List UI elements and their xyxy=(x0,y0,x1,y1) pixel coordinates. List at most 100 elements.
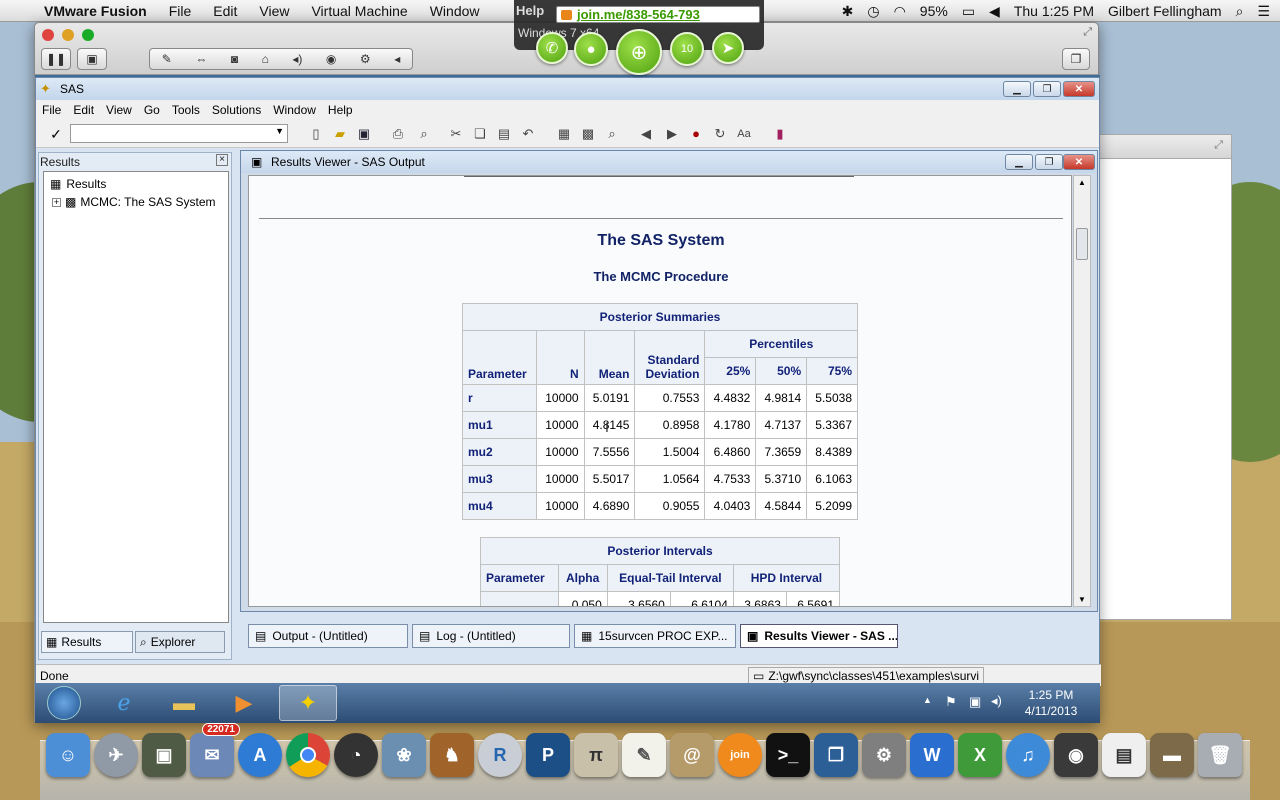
sas-menu-tools[interactable]: Tools xyxy=(166,103,206,117)
dock-trash[interactable]: 🗑 xyxy=(1198,733,1242,777)
show-hidden-icons[interactable]: ▲ xyxy=(923,695,932,705)
font-icon[interactable]: Aa xyxy=(736,126,752,142)
tab-explorer[interactable]: ⌕ Explorer xyxy=(135,631,225,653)
dock-document[interactable]: ▤ xyxy=(1102,733,1146,777)
disk-icon[interactable]: ◙ xyxy=(231,52,238,66)
battery-icon[interactable]: ▭ xyxy=(962,3,975,20)
tree-root-node[interactable]: ▦ Results xyxy=(50,177,106,191)
submit-check-icon[interactable]: ✓ xyxy=(48,126,64,142)
battery-percent[interactable]: 95% xyxy=(920,3,948,19)
dock-vmware-library[interactable]: ▣ xyxy=(142,733,186,777)
sound-icon[interactable]: ◂) xyxy=(292,52,302,66)
find-icon[interactable]: ⌕ xyxy=(604,126,620,142)
scroll-down-icon[interactable]: ▼ xyxy=(1078,595,1086,604)
open-icon[interactable]: ▰ xyxy=(332,126,348,142)
tab-output[interactable]: ▤ Output - (Untitled) xyxy=(248,624,408,648)
tab-log[interactable]: ▤ Log - (Untitled) xyxy=(412,624,570,648)
printer-icon[interactable]: ⌂ xyxy=(262,52,269,66)
dock-address-book[interactable]: @ xyxy=(670,733,714,777)
start-button[interactable] xyxy=(35,685,93,721)
dock-gimp[interactable]: ♞ xyxy=(430,733,474,777)
volume-tray-icon[interactable]: ◂) xyxy=(991,693,1002,709)
scroll-up-icon[interactable]: ▲ xyxy=(1078,178,1086,187)
dock-pandora[interactable]: P xyxy=(526,733,570,777)
dock-joinme[interactable]: join xyxy=(718,733,762,777)
libraries-icon[interactable]: ▦ xyxy=(556,126,572,142)
bluetooth-icon[interactable]: ✱ xyxy=(842,3,854,20)
dock-chrome[interactable] xyxy=(286,733,330,777)
time-machine-icon[interactable]: ◷ xyxy=(867,3,879,20)
scroll-thumb[interactable] xyxy=(1076,228,1088,260)
expand-icon[interactable]: + xyxy=(52,197,61,207)
print-preview-icon[interactable]: ⌕ xyxy=(416,126,432,142)
dock-app-store[interactable]: A xyxy=(238,733,282,777)
background-window[interactable]: ⤢ xyxy=(1098,134,1232,620)
network-tray-icon[interactable]: ▣ xyxy=(969,694,981,710)
viewer-minimize-button[interactable]: ▁ xyxy=(1005,154,1033,170)
dock-textedit[interactable]: ✎ xyxy=(622,733,666,777)
tree-child-node[interactable]: + ▩ MCMC: The SAS System xyxy=(52,195,215,209)
dock-stack[interactable]: ▬ xyxy=(1150,733,1194,777)
menu-edit[interactable]: Edit xyxy=(213,3,237,19)
fullscreen-icon[interactable]: ⤢ xyxy=(1083,26,1092,39)
dock-vmware-fusion[interactable]: ❐ xyxy=(814,733,858,777)
zoom-button[interactable] xyxy=(82,29,94,41)
dock-latex[interactable]: π xyxy=(574,733,618,777)
participants-button[interactable]: 10 xyxy=(670,32,704,66)
dock-system-preferences[interactable]: ⚙ xyxy=(862,733,906,777)
minimize-button[interactable] xyxy=(62,29,74,41)
pointer-button[interactable]: ➤ xyxy=(712,32,744,64)
viewer-close-button[interactable]: ✕ xyxy=(1063,154,1095,170)
sas-minimize-button[interactable]: ▁ xyxy=(1003,81,1031,97)
camera-icon[interactable]: ◉ xyxy=(326,52,336,66)
chat-button[interactable]: ● xyxy=(574,32,608,66)
taskbar-sas[interactable]: ✦ xyxy=(279,685,337,721)
paste-icon[interactable]: ▤ xyxy=(496,126,512,142)
viewer-restore-button[interactable]: ❐ xyxy=(1035,154,1063,170)
forward-icon[interactable]: ▶ xyxy=(664,126,680,142)
usb-icon[interactable]: ⚙ xyxy=(360,52,371,66)
dock-quicktime[interactable]: ◉ xyxy=(1054,733,1098,777)
close-pane-icon[interactable]: × xyxy=(216,154,228,166)
suspend-button[interactable]: ❚❚ xyxy=(41,48,71,70)
sas-menu-window[interactable]: Window xyxy=(267,103,322,117)
dock-dashboard[interactable]: ◔ xyxy=(334,733,378,777)
unity-button[interactable]: ❐ xyxy=(1062,48,1090,70)
tab-results[interactable]: ▦ Results xyxy=(41,631,133,653)
stop-icon[interactable]: ● xyxy=(688,126,704,142)
sas-restore-button[interactable]: ❐ xyxy=(1033,81,1061,97)
tray-clock[interactable]: 1:25 PM 4/11/2013 xyxy=(1021,687,1081,719)
tab-program[interactable]: ▦ 15survcen PROC EXP... xyxy=(574,624,736,648)
spotlight-icon[interactable]: ⌕ xyxy=(1236,3,1244,20)
joinme-url-link[interactable]: join.me/838-564-793 xyxy=(556,6,760,23)
network-icon[interactable]: ⇔ xyxy=(195,52,207,66)
back-icon[interactable]: ◀ xyxy=(638,126,654,142)
dock-word[interactable]: W xyxy=(910,733,954,777)
explorer-icon[interactable]: ▩ xyxy=(580,126,596,142)
taskbar-explorer[interactable]: ▬ xyxy=(155,685,213,721)
wrench-icon[interactable]: ✎ xyxy=(162,52,172,66)
menubar-user[interactable]: Gilbert Fellingham xyxy=(1108,3,1222,19)
copy-icon[interactable]: ❏ xyxy=(472,126,488,142)
fullscreen-icon[interactable]: ⤢ xyxy=(1214,139,1223,152)
taskbar-media-player[interactable]: ▶ xyxy=(215,685,273,721)
refresh-icon[interactable]: ↻ xyxy=(712,126,728,142)
undo-icon[interactable]: ↶ xyxy=(520,126,536,142)
sas-menu-edit[interactable]: Edit xyxy=(67,103,100,117)
menu-virtual-machine[interactable]: Virtual Machine xyxy=(311,3,407,19)
taskbar-ie[interactable]: ℯ xyxy=(95,685,153,721)
dock-launchpad[interactable]: ✈ xyxy=(94,733,138,777)
volume-icon[interactable]: ◀ xyxy=(989,3,1000,20)
app-menu-vmware[interactable]: VMware Fusion xyxy=(44,3,147,19)
dock-excel[interactable]: X xyxy=(958,733,1002,777)
chevron-down-icon[interactable]: ▼ xyxy=(275,126,284,136)
notification-center-icon[interactable]: ☰ xyxy=(1257,3,1270,20)
dock-finder[interactable]: ☺ xyxy=(46,733,90,777)
sas-menu-help[interactable]: Help xyxy=(322,103,359,117)
vertical-scrollbar[interactable]: ▲ ▼ xyxy=(1073,175,1091,607)
chevron-left-icon[interactable]: ◂ xyxy=(394,52,400,66)
new-icon[interactable]: ▯ xyxy=(308,126,324,142)
phone-button[interactable]: ✆ xyxy=(536,32,568,64)
menu-view[interactable]: View xyxy=(259,3,289,19)
print-icon[interactable]: ⎙ xyxy=(390,126,406,142)
